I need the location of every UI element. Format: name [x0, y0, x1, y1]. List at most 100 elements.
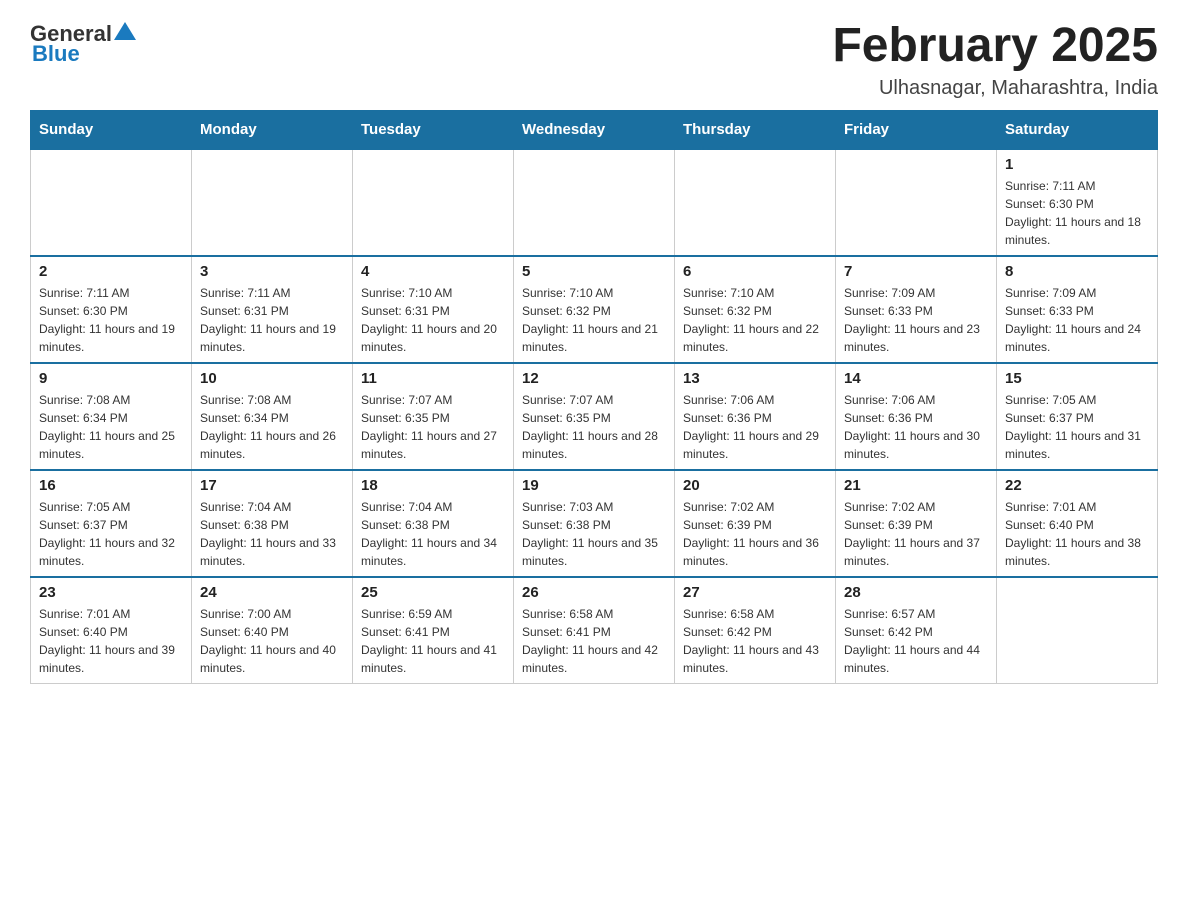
day-info: Sunrise: 7:02 AMSunset: 6:39 PMDaylight:…	[683, 498, 827, 570]
calendar-cell	[675, 149, 836, 256]
logo: General Blue	[30, 20, 136, 67]
day-info: Sunrise: 7:11 AMSunset: 6:31 PMDaylight:…	[200, 284, 344, 356]
calendar-cell: 26 Sunrise: 6:58 AMSunset: 6:41 PMDayligh…	[514, 577, 675, 684]
day-number: 24	[200, 584, 344, 601]
calendar-table: SundayMondayTuesdayWednesdayThursdayFrid…	[30, 110, 1158, 684]
calendar-week-row: 16 Sunrise: 7:05 AMSunset: 6:37 PMDayligh…	[31, 470, 1158, 577]
day-number: 28	[844, 584, 988, 601]
day-info: Sunrise: 7:05 AMSunset: 6:37 PMDaylight:…	[39, 498, 183, 570]
logo-blue-text: Blue	[32, 41, 80, 67]
calendar-week-row: 9 Sunrise: 7:08 AMSunset: 6:34 PMDaylight…	[31, 363, 1158, 470]
day-info: Sunrise: 7:10 AMSunset: 6:32 PMDaylight:…	[683, 284, 827, 356]
day-info: Sunrise: 7:06 AMSunset: 6:36 PMDaylight:…	[683, 391, 827, 463]
day-info: Sunrise: 7:06 AMSunset: 6:36 PMDaylight:…	[844, 391, 988, 463]
calendar-cell	[514, 149, 675, 256]
day-number: 27	[683, 584, 827, 601]
day-info: Sunrise: 7:11 AMSunset: 6:30 PMDaylight:…	[1005, 177, 1149, 249]
location-subtitle: Ulhasnagar, Maharashtra, India	[832, 77, 1158, 100]
day-number: 17	[200, 477, 344, 494]
day-number: 5	[522, 263, 666, 280]
calendar-cell: 16 Sunrise: 7:05 AMSunset: 6:37 PMDayligh…	[31, 470, 192, 577]
calendar-cell: 10 Sunrise: 7:08 AMSunset: 6:34 PMDayligh…	[192, 363, 353, 470]
day-info: Sunrise: 7:09 AMSunset: 6:33 PMDaylight:…	[1005, 284, 1149, 356]
day-number: 8	[1005, 263, 1149, 280]
day-number: 2	[39, 263, 183, 280]
day-info: Sunrise: 7:08 AMSunset: 6:34 PMDaylight:…	[200, 391, 344, 463]
calendar-cell	[31, 149, 192, 256]
calendar-cell: 24 Sunrise: 7:00 AMSunset: 6:40 PMDayligh…	[192, 577, 353, 684]
calendar-cell: 6 Sunrise: 7:10 AMSunset: 6:32 PMDaylight…	[675, 256, 836, 363]
day-number: 19	[522, 477, 666, 494]
day-info: Sunrise: 7:07 AMSunset: 6:35 PMDaylight:…	[522, 391, 666, 463]
day-number: 1	[1005, 156, 1149, 173]
calendar-cell: 17 Sunrise: 7:04 AMSunset: 6:38 PMDayligh…	[192, 470, 353, 577]
day-number: 13	[683, 370, 827, 387]
day-number: 7	[844, 263, 988, 280]
day-number: 14	[844, 370, 988, 387]
calendar-cell: 18 Sunrise: 7:04 AMSunset: 6:38 PMDayligh…	[353, 470, 514, 577]
calendar-cell: 19 Sunrise: 7:03 AMSunset: 6:38 PMDayligh…	[514, 470, 675, 577]
calendar-week-row: 1 Sunrise: 7:11 AMSunset: 6:30 PMDaylight…	[31, 149, 1158, 256]
day-number: 22	[1005, 477, 1149, 494]
calendar-cell: 25 Sunrise: 6:59 AMSunset: 6:41 PMDayligh…	[353, 577, 514, 684]
day-number: 26	[522, 584, 666, 601]
day-info: Sunrise: 7:04 AMSunset: 6:38 PMDaylight:…	[200, 498, 344, 570]
calendar-cell: 5 Sunrise: 7:10 AMSunset: 6:32 PMDaylight…	[514, 256, 675, 363]
calendar-cell: 1 Sunrise: 7:11 AMSunset: 6:30 PMDaylight…	[997, 149, 1158, 256]
day-info: Sunrise: 7:07 AMSunset: 6:35 PMDaylight:…	[361, 391, 505, 463]
day-number: 10	[200, 370, 344, 387]
weekday-header-friday: Friday	[836, 110, 997, 149]
day-number: 11	[361, 370, 505, 387]
weekday-header-saturday: Saturday	[997, 110, 1158, 149]
calendar-week-row: 2 Sunrise: 7:11 AMSunset: 6:30 PMDaylight…	[31, 256, 1158, 363]
day-info: Sunrise: 7:08 AMSunset: 6:34 PMDaylight:…	[39, 391, 183, 463]
day-number: 4	[361, 263, 505, 280]
calendar-cell: 21 Sunrise: 7:02 AMSunset: 6:39 PMDayligh…	[836, 470, 997, 577]
calendar-cell: 3 Sunrise: 7:11 AMSunset: 6:31 PMDaylight…	[192, 256, 353, 363]
calendar-header-row: SundayMondayTuesdayWednesdayThursdayFrid…	[31, 110, 1158, 149]
day-info: Sunrise: 7:04 AMSunset: 6:38 PMDaylight:…	[361, 498, 505, 570]
day-number: 6	[683, 263, 827, 280]
day-info: Sunrise: 7:11 AMSunset: 6:30 PMDaylight:…	[39, 284, 183, 356]
weekday-header-wednesday: Wednesday	[514, 110, 675, 149]
calendar-cell: 20Sunrise: 7:02 AMSunset: 6:39 PMDayligh…	[675, 470, 836, 577]
day-info: Sunrise: 6:57 AMSunset: 6:42 PMDaylight:…	[844, 605, 988, 677]
day-number: 15	[1005, 370, 1149, 387]
calendar-cell	[836, 149, 997, 256]
calendar-cell: 2 Sunrise: 7:11 AMSunset: 6:30 PMDaylight…	[31, 256, 192, 363]
calendar-cell: 13 Sunrise: 7:06 AMSunset: 6:36 PMDayligh…	[675, 363, 836, 470]
calendar-cell: 8 Sunrise: 7:09 AMSunset: 6:33 PMDaylight…	[997, 256, 1158, 363]
day-info: Sunrise: 6:58 AMSunset: 6:41 PMDaylight:…	[522, 605, 666, 677]
calendar-cell	[997, 577, 1158, 684]
day-info: Sunrise: 7:03 AMSunset: 6:38 PMDaylight:…	[522, 498, 666, 570]
calendar-cell: 4 Sunrise: 7:10 AMSunset: 6:31 PMDaylight…	[353, 256, 514, 363]
day-number: 21	[844, 477, 988, 494]
day-number: 3	[200, 263, 344, 280]
title-block: February 2025 Ulhasnagar, Maharashtra, I…	[832, 20, 1158, 100]
calendar-cell: 22Sunrise: 7:01 AMSunset: 6:40 PMDayligh…	[997, 470, 1158, 577]
logo-triangle-icon	[114, 20, 136, 47]
day-info: Sunrise: 7:10 AMSunset: 6:32 PMDaylight:…	[522, 284, 666, 356]
day-info: Sunrise: 6:59 AMSunset: 6:41 PMDaylight:…	[361, 605, 505, 677]
calendar-cell	[192, 149, 353, 256]
calendar-cell: 23Sunrise: 7:01 AMSunset: 6:40 PMDayligh…	[31, 577, 192, 684]
day-info: Sunrise: 7:02 AMSunset: 6:39 PMDaylight:…	[844, 498, 988, 570]
calendar-cell: 28 Sunrise: 6:57 AMSunset: 6:42 PMDayligh…	[836, 577, 997, 684]
calendar-cell: 14 Sunrise: 7:06 AMSunset: 6:36 PMDayligh…	[836, 363, 997, 470]
calendar-week-row: 23Sunrise: 7:01 AMSunset: 6:40 PMDayligh…	[31, 577, 1158, 684]
calendar-cell: 9 Sunrise: 7:08 AMSunset: 6:34 PMDaylight…	[31, 363, 192, 470]
day-number: 16	[39, 477, 183, 494]
day-info: Sunrise: 7:10 AMSunset: 6:31 PMDaylight:…	[361, 284, 505, 356]
month-title: February 2025	[832, 20, 1158, 73]
day-number: 18	[361, 477, 505, 494]
calendar-cell: 27Sunrise: 6:58 AMSunset: 6:42 PMDayligh…	[675, 577, 836, 684]
calendar-cell: 11 Sunrise: 7:07 AMSunset: 6:35 PMDayligh…	[353, 363, 514, 470]
day-info: Sunrise: 7:09 AMSunset: 6:33 PMDaylight:…	[844, 284, 988, 356]
calendar-cell: 12Sunrise: 7:07 AMSunset: 6:35 PMDayligh…	[514, 363, 675, 470]
weekday-header-monday: Monday	[192, 110, 353, 149]
page-header: General Blue February 2025 Ulhasnagar, M…	[30, 20, 1158, 100]
day-number: 9	[39, 370, 183, 387]
day-info: Sunrise: 7:00 AMSunset: 6:40 PMDaylight:…	[200, 605, 344, 677]
day-number: 25	[361, 584, 505, 601]
calendar-cell: 15Sunrise: 7:05 AMSunset: 6:37 PMDayligh…	[997, 363, 1158, 470]
